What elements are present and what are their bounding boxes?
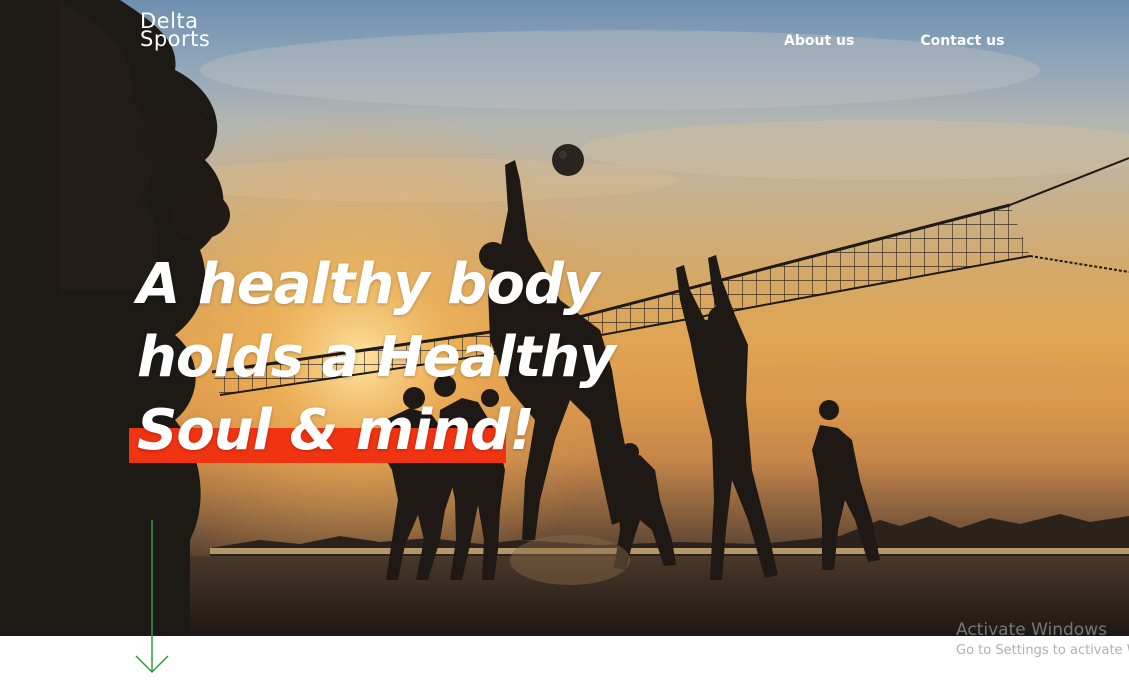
watermark-subtitle: Go to Settings to activate W (956, 643, 1129, 658)
hero-headline: A healthy body holds a Healthy Soul & mi… (137, 248, 616, 467)
headline-line-2: holds a Healthy (137, 325, 616, 390)
headline-line-3: Soul & mind! (137, 398, 535, 463)
scroll-down-indicator[interactable] (134, 518, 170, 678)
headline-line-1: A healthy body (137, 252, 599, 317)
nav-link-about-us[interactable]: About us (784, 33, 854, 49)
arrow-down-icon (135, 520, 169, 674)
main-nav: About us Contact us (784, 33, 1004, 49)
brand-logo[interactable]: Delta Sports (140, 11, 211, 51)
watermark-title: Activate Windows (956, 620, 1107, 640)
page: Delta Sports About us Contact us A healt… (0, 0, 1129, 684)
logo-line2: Sports (140, 27, 211, 51)
activate-windows-watermark: Activate Windows Go to Settings to activ… (956, 619, 1129, 661)
nav-link-contact-us[interactable]: Contact us (920, 33, 1004, 49)
